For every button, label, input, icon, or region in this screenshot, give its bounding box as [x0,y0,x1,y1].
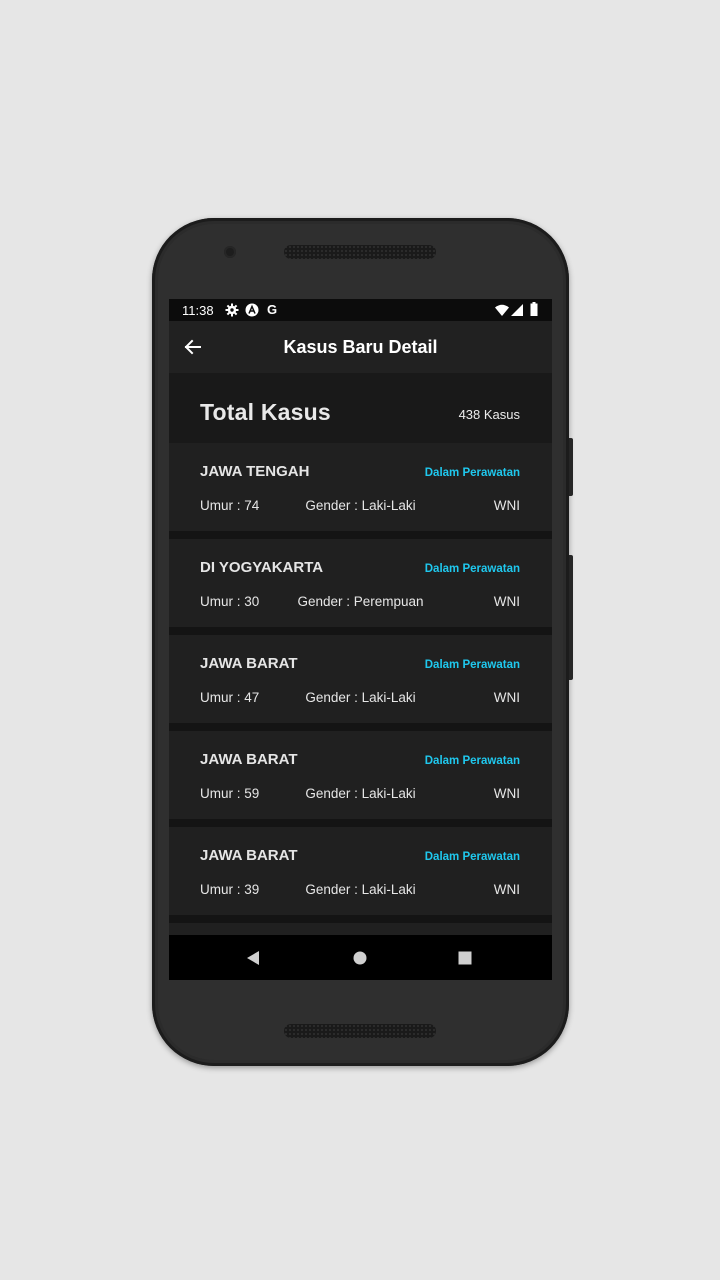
case-status: Dalam Perawatan [424,755,520,767]
a-badge-icon [245,303,259,317]
case-nationality: WNI [493,882,520,897]
case-province: JAWA BARAT [200,655,298,672]
page-title: Kasus Baru Detail [283,337,438,357]
battery-icon [530,302,538,316]
case-status: Dalam Perawatan [424,659,520,671]
list-item[interactable]: JAWA TENGAH Dalam Perawatan Umur : 74 Ge… [169,443,552,531]
case-province: JAWA TENGAH [200,463,310,480]
gear-icon [225,303,239,317]
wifi-icon [495,304,509,316]
list-item[interactable]: JAWA BARAT Dalam Perawatan Umur : 59 Gen… [169,731,552,819]
earpiece-speaker [284,245,436,259]
status-bar: 11:38 G [169,299,552,321]
home-circle-icon[interactable] [350,948,370,968]
g-icon: G [267,302,278,317]
case-nationality: WNI [493,594,520,609]
case-nationality: WNI [493,498,520,513]
case-province: JAWA BARAT [200,751,298,768]
case-status: Dalam Perawatan [424,467,520,479]
total-cases-value: 438 Kasus [458,407,520,422]
case-province: DI YOGYAKARTA [200,559,324,576]
app-bar: Kasus Baru Detail [169,321,552,373]
list-item[interactable]: JAWA BARAT Dalam Perawatan Umur : 39 Gen… [169,827,552,915]
screen: 11:38 G Kasus Baru Detail Total Kasus 43… [169,299,552,980]
bottom-speaker [284,1024,436,1038]
case-province: JAWA BARAT [200,847,298,864]
system-nav-bar [169,935,552,980]
total-cases-summary: Total Kasus 438 Kasus [169,373,552,443]
case-nationality: WNI [493,690,520,705]
case-status: Dalam Perawatan [424,563,520,575]
case-status: Dalam Perawatan [424,851,520,863]
case-nationality: WNI [493,786,520,801]
power-button [569,438,573,496]
list-item[interactable] [169,923,552,935]
recents-square-icon[interactable] [455,948,475,968]
back-triangle-icon[interactable] [243,948,263,968]
list-item[interactable]: JAWA BARAT Dalam Perawatan Umur : 47 Gen… [169,635,552,723]
case-list[interactable]: Total Kasus 438 Kasus JAWA TENGAH Dalam … [169,373,552,935]
signal-icon [511,304,523,316]
status-time: 11:38 [182,303,214,318]
list-item[interactable]: DI YOGYAKARTA Dalam Perawatan Umur : 30 … [169,539,552,627]
total-cases-label: Total Kasus [200,399,331,425]
volume-button [569,555,573,680]
front-camera-icon [224,246,236,258]
